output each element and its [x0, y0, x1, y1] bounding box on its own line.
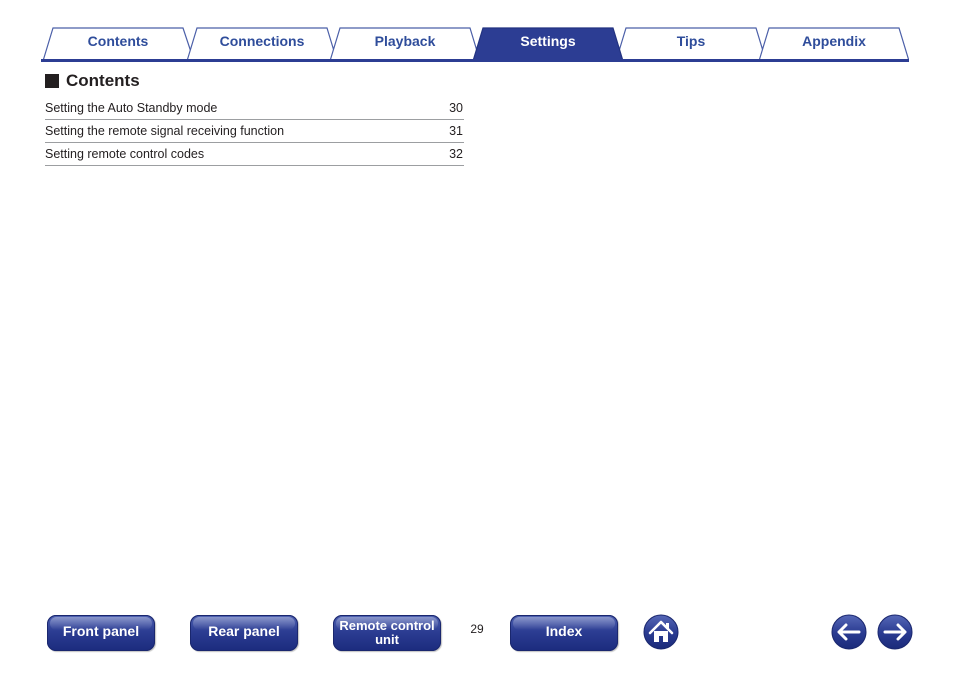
page-number: 29: [470, 622, 484, 636]
index-label: Index: [545, 623, 583, 639]
arrow-right-icon: [877, 614, 913, 650]
tab-playback[interactable]: Playback: [340, 27, 470, 59]
home-icon: [643, 614, 679, 650]
toc-item-page: 32: [449, 147, 463, 161]
front-panel-label: Front panel: [62, 623, 140, 639]
toc-item-page: 30: [449, 101, 463, 115]
tab-connections[interactable]: Connections: [197, 27, 327, 59]
home-button[interactable]: [643, 614, 679, 650]
toc-list: Setting the Auto Standby mode 30 Setting…: [45, 97, 464, 166]
toc-item-remote-codes[interactable]: Setting remote control codes 32: [45, 143, 464, 166]
tab-appendix[interactable]: Appendix: [769, 27, 899, 59]
section-heading: Contents: [45, 70, 140, 92]
back-button[interactable]: [831, 614, 867, 650]
tab-tips[interactable]: Tips: [626, 27, 756, 59]
arrow-left-icon: [831, 614, 867, 650]
tab-baseline: [41, 59, 909, 62]
toc-item-remote-signal[interactable]: Setting the remote signal receiving func…: [45, 120, 464, 143]
square-bullet-icon: [45, 74, 59, 88]
toc-item-label: Setting the remote signal receiving func…: [45, 124, 285, 138]
rear-panel-label: Rear panel: [208, 623, 280, 639]
tab-settings[interactable]: Settings: [483, 27, 613, 59]
rear-panel-button[interactable]: Rear panel: [190, 615, 298, 651]
toc-item-label: Setting remote control codes: [45, 147, 205, 161]
remote-control-label-line1: Remote control: [339, 618, 435, 633]
toc-item-label: Setting the Auto Standby mode: [45, 101, 218, 115]
tab-contents[interactable]: Contents: [53, 27, 183, 59]
toc-item-page: 31: [449, 124, 463, 138]
toc-item-auto-standby[interactable]: Setting the Auto Standby mode 30: [45, 97, 464, 120]
tab-bar: Contents Connections Playback Settings T…: [41, 27, 909, 62]
remote-control-label-line2: unit: [375, 632, 399, 647]
front-panel-button[interactable]: Front panel: [47, 615, 155, 651]
remote-control-unit-button[interactable]: Remote control unit: [333, 615, 441, 651]
forward-button[interactable]: [877, 614, 913, 650]
index-button[interactable]: Index: [510, 615, 618, 651]
section-title: Contents: [66, 71, 140, 90]
